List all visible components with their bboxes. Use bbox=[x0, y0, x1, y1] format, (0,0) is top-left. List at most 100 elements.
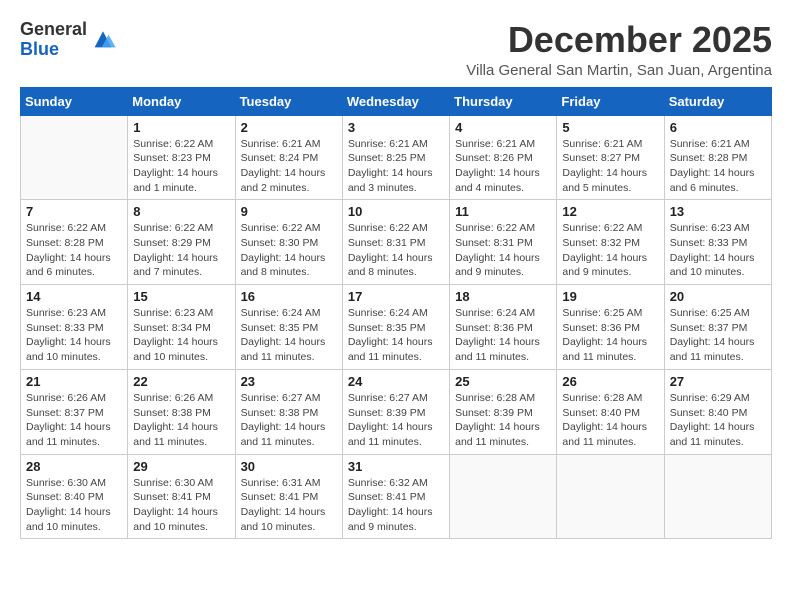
day-info: Sunrise: 6:28 AM Sunset: 8:39 PM Dayligh… bbox=[455, 391, 551, 450]
calendar-cell: 20 Sunrise: 6:25 AM Sunset: 8:37 PM Dayli… bbox=[664, 285, 771, 370]
day-number: 9 bbox=[241, 204, 337, 219]
calendar-cell bbox=[557, 454, 664, 539]
day-info: Sunrise: 6:21 AM Sunset: 8:25 PM Dayligh… bbox=[348, 137, 444, 196]
day-number: 8 bbox=[133, 204, 229, 219]
calendar-week-row: 7 Sunrise: 6:22 AM Sunset: 8:28 PM Daylig… bbox=[21, 200, 772, 285]
logo-icon bbox=[89, 26, 117, 54]
calendar-cell: 17 Sunrise: 6:24 AM Sunset: 8:35 PM Dayli… bbox=[342, 285, 449, 370]
day-info: Sunrise: 6:30 AM Sunset: 8:41 PM Dayligh… bbox=[133, 476, 229, 535]
column-header-tuesday: Tuesday bbox=[235, 87, 342, 115]
day-info: Sunrise: 6:24 AM Sunset: 8:36 PM Dayligh… bbox=[455, 306, 551, 365]
day-number: 13 bbox=[670, 204, 766, 219]
day-number: 5 bbox=[562, 120, 658, 135]
day-info: Sunrise: 6:22 AM Sunset: 8:29 PM Dayligh… bbox=[133, 221, 229, 280]
calendar-cell: 28Sunrise: 6:30 AM Sunset: 8:40 PM Dayli… bbox=[21, 454, 128, 539]
day-number: 18 bbox=[455, 289, 551, 304]
day-info: Sunrise: 6:24 AM Sunset: 8:35 PM Dayligh… bbox=[348, 306, 444, 365]
calendar-week-row: 21 Sunrise: 6:26 AM Sunset: 8:37 PM Dayli… bbox=[21, 369, 772, 454]
location-subtitle: Villa General San Martin, San Juan, Arge… bbox=[466, 62, 772, 79]
day-info: Sunrise: 6:23 AM Sunset: 8:33 PM Dayligh… bbox=[26, 306, 122, 365]
day-number: 17 bbox=[348, 289, 444, 304]
day-info: Sunrise: 6:30 AM Sunset: 8:40 PM Dayligh… bbox=[26, 476, 122, 535]
day-info: Sunrise: 6:22 AM Sunset: 8:31 PM Dayligh… bbox=[455, 221, 551, 280]
day-number: 21 bbox=[26, 374, 122, 389]
day-info: Sunrise: 6:22 AM Sunset: 8:32 PM Dayligh… bbox=[562, 221, 658, 280]
day-info: Sunrise: 6:23 AM Sunset: 8:33 PM Dayligh… bbox=[670, 221, 766, 280]
calendar-cell: 12Sunrise: 6:22 AM Sunset: 8:32 PM Dayli… bbox=[557, 200, 664, 285]
calendar-cell: 29 Sunrise: 6:30 AM Sunset: 8:41 PM Dayli… bbox=[128, 454, 235, 539]
day-number: 6 bbox=[670, 120, 766, 135]
calendar-cell: 23 Sunrise: 6:27 AM Sunset: 8:38 PM Dayli… bbox=[235, 369, 342, 454]
day-number: 27 bbox=[670, 374, 766, 389]
column-header-thursday: Thursday bbox=[450, 87, 557, 115]
day-info: Sunrise: 6:27 AM Sunset: 8:39 PM Dayligh… bbox=[348, 391, 444, 450]
calendar-cell: 9 Sunrise: 6:22 AM Sunset: 8:30 PM Daylig… bbox=[235, 200, 342, 285]
day-number: 16 bbox=[241, 289, 337, 304]
day-info: Sunrise: 6:25 AM Sunset: 8:37 PM Dayligh… bbox=[670, 306, 766, 365]
calendar-cell bbox=[21, 115, 128, 200]
day-number: 11 bbox=[455, 204, 551, 219]
title-section: December 2025 Villa General San Martin, … bbox=[466, 20, 772, 79]
day-number: 24 bbox=[348, 374, 444, 389]
day-info: Sunrise: 6:21 AM Sunset: 8:28 PM Dayligh… bbox=[670, 137, 766, 196]
day-number: 20 bbox=[670, 289, 766, 304]
calendar-cell: 27 Sunrise: 6:29 AM Sunset: 8:40 PM Dayli… bbox=[664, 369, 771, 454]
logo-text: GeneralBlue bbox=[20, 20, 87, 60]
calendar-cell: 7 Sunrise: 6:22 AM Sunset: 8:28 PM Daylig… bbox=[21, 200, 128, 285]
day-number: 14 bbox=[26, 289, 122, 304]
calendar-cell: 30 Sunrise: 6:31 AM Sunset: 8:41 PM Dayli… bbox=[235, 454, 342, 539]
day-info: Sunrise: 6:21 AM Sunset: 8:26 PM Dayligh… bbox=[455, 137, 551, 196]
day-number: 31 bbox=[348, 459, 444, 474]
calendar-cell: 8 Sunrise: 6:22 AM Sunset: 8:29 PM Daylig… bbox=[128, 200, 235, 285]
day-number: 23 bbox=[241, 374, 337, 389]
day-info: Sunrise: 6:22 AM Sunset: 8:30 PM Dayligh… bbox=[241, 221, 337, 280]
calendar-table: SundayMondayTuesdayWednesdayThursdayFrid… bbox=[20, 87, 772, 540]
logo: GeneralBlue bbox=[20, 20, 117, 60]
page-header: GeneralBlue December 2025 Villa General … bbox=[20, 20, 772, 79]
day-number: 4 bbox=[455, 120, 551, 135]
day-info: Sunrise: 6:28 AM Sunset: 8:40 PM Dayligh… bbox=[562, 391, 658, 450]
day-info: Sunrise: 6:26 AM Sunset: 8:38 PM Dayligh… bbox=[133, 391, 229, 450]
calendar-cell: 1Sunrise: 6:22 AM Sunset: 8:23 PM Daylig… bbox=[128, 115, 235, 200]
day-info: Sunrise: 6:21 AM Sunset: 8:27 PM Dayligh… bbox=[562, 137, 658, 196]
day-info: Sunrise: 6:29 AM Sunset: 8:40 PM Dayligh… bbox=[670, 391, 766, 450]
calendar-cell: 4 Sunrise: 6:21 AM Sunset: 8:26 PM Daylig… bbox=[450, 115, 557, 200]
calendar-cell: 22Sunrise: 6:26 AM Sunset: 8:38 PM Dayli… bbox=[128, 369, 235, 454]
calendar-header-row: SundayMondayTuesdayWednesdayThursdayFrid… bbox=[21, 87, 772, 115]
day-number: 19 bbox=[562, 289, 658, 304]
day-info: Sunrise: 6:22 AM Sunset: 8:31 PM Dayligh… bbox=[348, 221, 444, 280]
calendar-cell: 25 Sunrise: 6:28 AM Sunset: 8:39 PM Dayli… bbox=[450, 369, 557, 454]
calendar-cell: 10 Sunrise: 6:22 AM Sunset: 8:31 PM Dayli… bbox=[342, 200, 449, 285]
day-number: 25 bbox=[455, 374, 551, 389]
calendar-cell: 31 Sunrise: 6:32 AM Sunset: 8:41 PM Dayli… bbox=[342, 454, 449, 539]
column-header-sunday: Sunday bbox=[21, 87, 128, 115]
calendar-cell: 24 Sunrise: 6:27 AM Sunset: 8:39 PM Dayli… bbox=[342, 369, 449, 454]
day-info: Sunrise: 6:31 AM Sunset: 8:41 PM Dayligh… bbox=[241, 476, 337, 535]
day-number: 29 bbox=[133, 459, 229, 474]
calendar-cell: 21 Sunrise: 6:26 AM Sunset: 8:37 PM Dayli… bbox=[21, 369, 128, 454]
calendar-week-row: 28Sunrise: 6:30 AM Sunset: 8:40 PM Dayli… bbox=[21, 454, 772, 539]
column-header-saturday: Saturday bbox=[664, 87, 771, 115]
calendar-cell: 19Sunrise: 6:25 AM Sunset: 8:36 PM Dayli… bbox=[557, 285, 664, 370]
day-number: 2 bbox=[241, 120, 337, 135]
day-info: Sunrise: 6:26 AM Sunset: 8:37 PM Dayligh… bbox=[26, 391, 122, 450]
day-info: Sunrise: 6:22 AM Sunset: 8:23 PM Dayligh… bbox=[133, 137, 229, 196]
column-header-wednesday: Wednesday bbox=[342, 87, 449, 115]
day-info: Sunrise: 6:32 AM Sunset: 8:41 PM Dayligh… bbox=[348, 476, 444, 535]
calendar-cell bbox=[450, 454, 557, 539]
calendar-cell: 3Sunrise: 6:21 AM Sunset: 8:25 PM Daylig… bbox=[342, 115, 449, 200]
calendar-cell bbox=[664, 454, 771, 539]
calendar-cell: 14 Sunrise: 6:23 AM Sunset: 8:33 PM Dayli… bbox=[21, 285, 128, 370]
day-info: Sunrise: 6:23 AM Sunset: 8:34 PM Dayligh… bbox=[133, 306, 229, 365]
calendar-cell: 18 Sunrise: 6:24 AM Sunset: 8:36 PM Dayli… bbox=[450, 285, 557, 370]
day-number: 7 bbox=[26, 204, 122, 219]
calendar-cell: 13 Sunrise: 6:23 AM Sunset: 8:33 PM Dayli… bbox=[664, 200, 771, 285]
calendar-cell: 2Sunrise: 6:21 AM Sunset: 8:24 PM Daylig… bbox=[235, 115, 342, 200]
day-number: 26 bbox=[562, 374, 658, 389]
day-number: 10 bbox=[348, 204, 444, 219]
day-info: Sunrise: 6:27 AM Sunset: 8:38 PM Dayligh… bbox=[241, 391, 337, 450]
month-title: December 2025 bbox=[466, 20, 772, 60]
calendar-cell: 6 Sunrise: 6:21 AM Sunset: 8:28 PM Daylig… bbox=[664, 115, 771, 200]
day-info: Sunrise: 6:22 AM Sunset: 8:28 PM Dayligh… bbox=[26, 221, 122, 280]
day-number: 30 bbox=[241, 459, 337, 474]
